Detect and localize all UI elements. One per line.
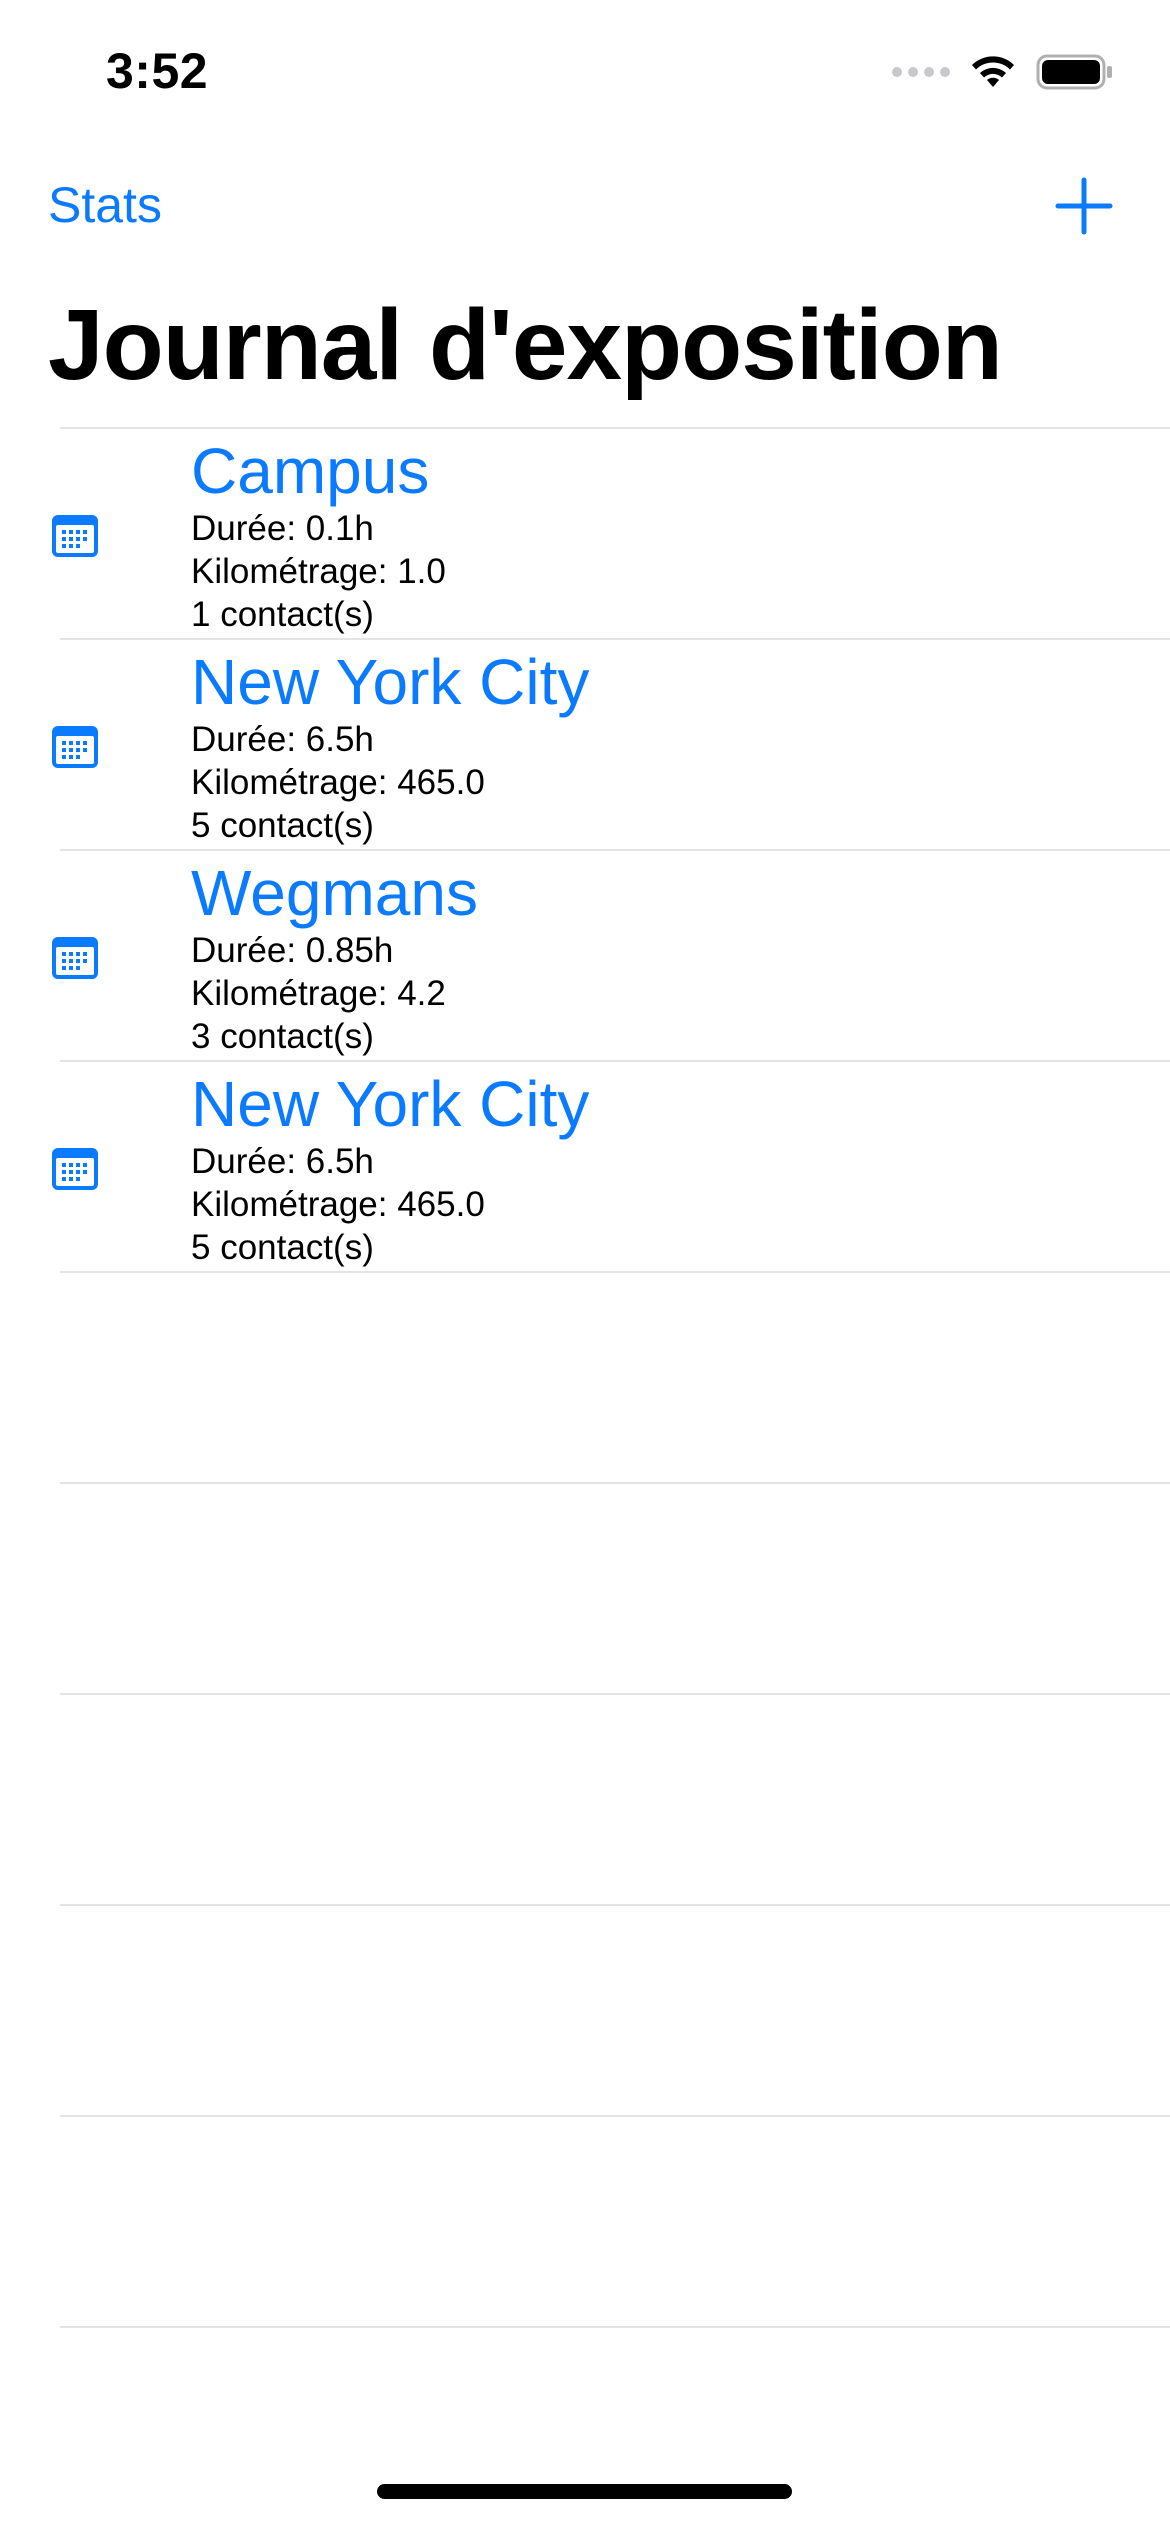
list-item[interactable]: New York City Durée: 6.5h Kilométrage: 4… [52,638,1170,849]
list-item[interactable]: Campus Durée: 0.1h Kilométrage: 1.0 1 co… [52,427,1170,638]
status-bar: 3:52 [0,0,1170,150]
empty-list-row [60,1693,1170,1904]
home-indicator[interactable] [377,2484,792,2499]
entry-mileage: Kilométrage: 1.0 [191,552,446,591]
entry-duration: Durée: 0.85h [191,931,394,970]
exposure-list: Campus Durée: 0.1h Kilométrage: 1.0 1 co… [0,427,1170,2328]
plus-icon[interactable] [1054,176,1114,236]
list-item-text: Wegmans Durée: 0.85h Kilométrage: 4.2 3 … [191,857,478,1058]
entry-contacts: 5 contact(s) [191,1228,374,1267]
entry-title: Wegmans [191,857,478,929]
entry-contacts: 3 contact(s) [191,1017,374,1056]
empty-list-row [60,1482,1170,1693]
empty-list-row [60,2326,1170,2328]
list-item-text: Campus Durée: 0.1h Kilométrage: 1.0 1 co… [191,435,446,636]
status-time: 3:52 [106,43,209,99]
calendar-icon [52,937,98,979]
entry-duration: Durée: 0.1h [191,509,374,548]
entry-mileage: Kilométrage: 4.2 [191,974,446,1013]
entry-title: New York City [191,646,590,718]
entry-title: New York City [191,1068,590,1140]
calendar-icon [52,1148,98,1190]
page-title: Journal d'exposition [48,289,1003,401]
list-item[interactable]: Wegmans Durée: 0.85h Kilométrage: 4.2 3 … [52,849,1170,1060]
entry-duration: Durée: 6.5h [191,720,374,759]
entry-duration: Durée: 6.5h [191,1142,374,1181]
empty-list-row [60,1904,1170,2115]
status-icons [892,52,1114,92]
cellular-signal-icon [892,67,950,77]
empty-list-row [60,2115,1170,2326]
calendar-icon [52,726,98,768]
calendar-icon [52,515,98,557]
list-item[interactable]: New York City Durée: 6.5h Kilométrage: 4… [52,1060,1170,1271]
entry-mileage: Kilométrage: 465.0 [191,763,485,802]
list-item-text: New York City Durée: 6.5h Kilométrage: 4… [191,646,589,847]
entry-contacts: 5 contact(s) [191,806,374,845]
battery-icon [1036,54,1112,90]
entry-contacts: 1 contact(s) [191,595,374,634]
entry-title: Campus [191,435,430,507]
entry-mileage: Kilométrage: 465.0 [191,1185,485,1224]
empty-list-row [60,1271,1170,1482]
wifi-icon [972,56,1014,87]
list-item-text: New York City Durée: 6.5h Kilométrage: 4… [191,1068,589,1269]
stats-button[interactable]: Stats [48,176,162,234]
